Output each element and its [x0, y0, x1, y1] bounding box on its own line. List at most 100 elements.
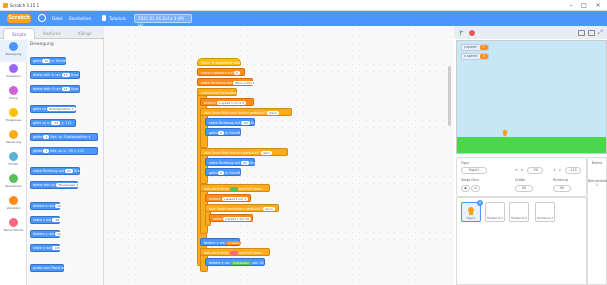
palette-block[interactable]: setze y auf 115 — [30, 244, 62, 252]
menu-edit[interactable]: Bearbeiten — [69, 16, 91, 21]
tab-costumes[interactable]: Kostüme — [36, 28, 68, 39]
palette-block[interactable]: gehe zu x: -39 y: 115 — [30, 119, 76, 127]
code-block[interactable]: setze Richtung auf -90 Grad — [205, 118, 259, 126]
block-slot[interactable]: 10 — [54, 232, 63, 236]
block-slot[interactable]: -39 — [51, 121, 61, 125]
block-slot[interactable]: -39 — [52, 218, 62, 222]
direction-input[interactable]: 90 — [553, 185, 571, 192]
green-flag-icon[interactable] — [459, 30, 465, 36]
code-block[interactable]: ändere x.speed ▾ um 0.5 — [200, 98, 254, 106]
block-slot[interactable]: 5 — [218, 131, 225, 135]
code-block[interactable]: setze Richtung auf 90 Grad — [205, 158, 258, 166]
menu-file[interactable]: Datei — [52, 16, 63, 21]
block-slot[interactable]: Zufallsposition ▾ — [47, 107, 76, 111]
category-my-blocks[interactable]: Meine Blöcke — [0, 216, 27, 238]
sprite-thumb[interactable]: Hindernis 3 — [535, 202, 555, 222]
code-block-if[interactable]: falls wird Farbe berührt? dann — [200, 248, 270, 256]
code-block-if[interactable]: falls wird Farbe berührt? dann — [200, 184, 270, 192]
palette-block[interactable]: drehe dich ↺ um 15 Grad — [30, 85, 80, 93]
code-block-if[interactable]: falls Taste Pfeil nach links ▾ gedrückt?… — [200, 108, 292, 116]
close-window-button[interactable]: × — [592, 2, 604, 9]
menu-tutorials[interactable]: Tutorials — [109, 16, 126, 21]
size-input[interactable]: 50 — [515, 185, 533, 192]
palette-block[interactable]: setze x auf -39 — [30, 216, 62, 224]
palette-block[interactable]: ändere x um 10 — [30, 202, 63, 210]
code-block-if[interactable]: falls Taste Leertaste ▾ gedrückt? dann — [205, 204, 279, 212]
large-stage-icon[interactable] — [588, 30, 595, 36]
color-swatch[interactable] — [229, 251, 238, 255]
block-slot[interactable]: -90 — [240, 121, 250, 125]
show-sprite-button[interactable]: ◉ — [461, 185, 470, 192]
palette-block[interactable]: drehe dich zu Mauszeiger ▾ — [30, 181, 81, 189]
category-sensing[interactable]: Fühlen — [0, 150, 27, 172]
code-block[interactable]: ändere y um y.speed — [200, 238, 242, 246]
category-variables[interactable]: Variablen — [0, 194, 27, 216]
palette-block[interactable]: setze Richtung auf 90 Grad — [30, 167, 82, 175]
block-slot[interactable]: 10 — [42, 59, 51, 63]
code-block-forever[interactable]: wiederhole fortlaufend — [197, 88, 238, 96]
y-position-input[interactable]: -115 — [565, 167, 581, 174]
block-slot[interactable]: 10 — [54, 204, 63, 208]
block-slot[interactable]: 15 — [61, 87, 70, 91]
maximize-button[interactable]: □ — [578, 2, 590, 9]
sprite-name-input[interactable]: Figur1 — [461, 167, 487, 174]
code-block[interactable]: setze x.speed ▾ auf 0 — [197, 68, 245, 76]
script-area[interactable]: Wenn ⚑ angeklickt wird setze x.speed ▾ a… — [104, 26, 454, 285]
block-slot[interactable]: Zufallszahl — [230, 261, 252, 265]
palette-block[interactable]: ändere y um 10 — [30, 230, 63, 238]
block-slot[interactable]: Maus-x-Pos ▾ — [232, 81, 257, 85]
cat-sprite-icon[interactable] — [501, 129, 509, 137]
code-block[interactable]: ändere y.speed ▾ um 1 — [205, 194, 251, 202]
color-swatch[interactable] — [229, 187, 238, 191]
code-scrollbar[interactable] — [448, 66, 451, 126]
tab-sounds[interactable]: Klänge — [69, 28, 101, 39]
palette-block[interactable]: gleite 1 Sek. zu Zufallsposition ▾ — [30, 133, 98, 141]
block-slot[interactable]: 15 — [61, 73, 70, 77]
block-slot[interactable]: y.speed ▾ auf 10 — [222, 217, 252, 221]
category-events[interactable]: Ereignisse — [0, 106, 27, 128]
palette-block[interactable]: gehe 10 er Schritt — [30, 57, 67, 65]
small-stage-icon[interactable] — [578, 30, 585, 36]
block-slot[interactable]: 1 — [43, 149, 50, 153]
code-block[interactable]: gehe 5 er Schritt — [205, 128, 241, 136]
palette-block[interactable]: pralle vom Rand ab — [30, 264, 65, 272]
block-slot[interactable]: 90 — [64, 169, 73, 173]
palette-block[interactable]: gleite 1 Sek. zu x: -39 y: 115 — [30, 147, 98, 155]
block-slot[interactable]: x.speed ▾ um 0.5 — [216, 101, 247, 105]
sprite-thumb[interactable]: Hindernis 1 — [485, 202, 505, 222]
palette-block[interactable]: gehe zu Zufallsposition ▾ — [30, 105, 76, 113]
stage-selector[interactable]: Bühne Bühnenbilder 1 — [587, 157, 607, 285]
code-block[interactable]: setze y.speed ▾ auf 10 — [209, 214, 253, 222]
block-slot[interactable]: 1 — [43, 135, 50, 139]
code-block-hat[interactable]: Wenn ⚑ angeklickt wird — [197, 58, 241, 66]
stage-canvas[interactable]: y.speed 0 x.speed 0 — [456, 40, 607, 154]
category-motion[interactable]: Bewegung — [0, 40, 27, 62]
code-block[interactable]: ändere y um Zufallszahl von 10 — [205, 258, 265, 266]
scratch-logo[interactable]: Scratch — [7, 14, 31, 23]
block-slot[interactable]: 0 — [233, 71, 240, 75]
language-globe-icon[interactable] — [38, 14, 46, 22]
category-control[interactable]: Steuerung — [0, 128, 27, 150]
hide-sprite-button[interactable]: ⊘ — [471, 185, 480, 192]
block-slot[interactable]: 90 — [240, 161, 249, 165]
code-block-if[interactable]: falls Taste Pfeil rechts ▾ gedrückt? dann — [200, 148, 288, 156]
block-slot[interactable]: 5 — [218, 171, 225, 175]
delete-sprite-icon[interactable]: × — [477, 200, 483, 206]
fullscreen-icon[interactable]: ⤢ — [598, 29, 603, 37]
block-slot[interactable]: 115 — [52, 246, 62, 250]
code-block[interactable]: gehe 5 er Schritt — [205, 168, 241, 176]
tutorials-bulb-icon[interactable] — [102, 15, 106, 21]
block-slot[interactable]: y.speed ▾ um 1 — [221, 197, 249, 201]
block-slot[interactable]: Mauszeiger ▾ — [56, 183, 81, 187]
block-slot[interactable]: y.speed — [225, 241, 242, 245]
sprite-thumb[interactable]: Hindernis 2 — [509, 202, 529, 222]
x-position-input[interactable]: -39 — [527, 167, 543, 174]
minimize-button[interactable]: – — [565, 2, 577, 9]
category-sound[interactable]: Klang — [0, 84, 27, 106]
palette-block[interactable]: drehe dich ↻ um 15 Grad — [30, 71, 80, 79]
stop-icon[interactable] — [469, 30, 475, 36]
category-operators[interactable]: Operatoren — [0, 172, 27, 194]
tab-code[interactable]: Skripte — [3, 28, 35, 39]
category-looks[interactable]: Aussehen — [0, 62, 27, 84]
project-title-input[interactable]: 2021 01 04 Zuf a 3 (Mi Hir... — [134, 14, 192, 28]
